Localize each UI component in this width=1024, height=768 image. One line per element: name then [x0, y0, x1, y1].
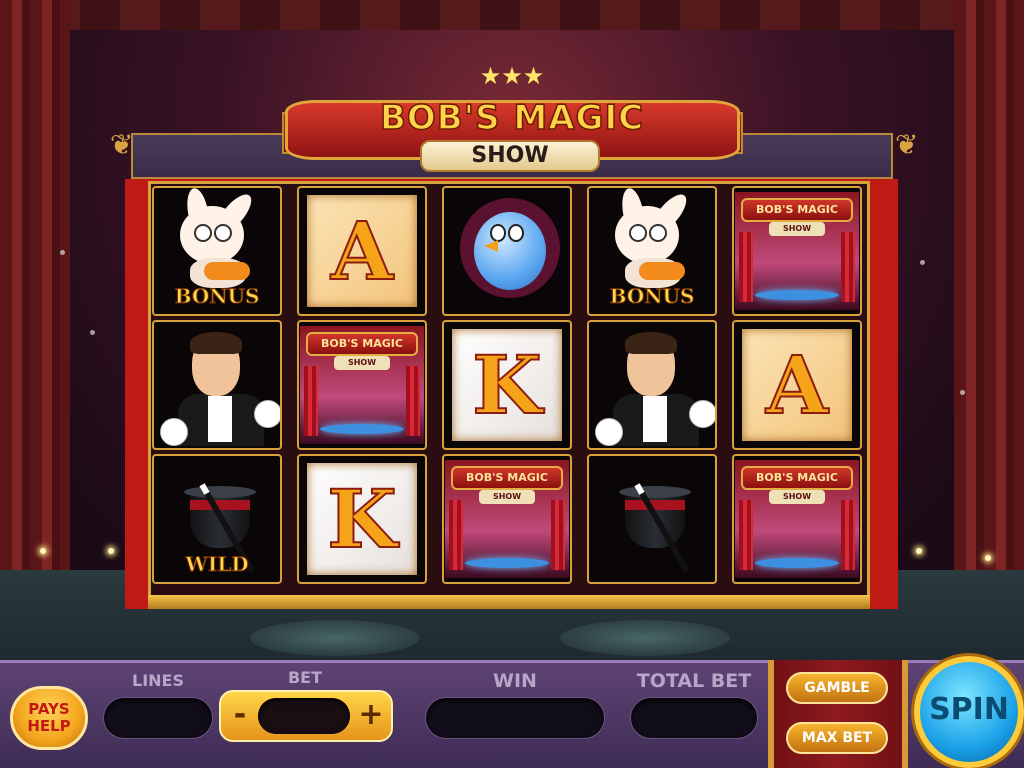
top-hat-icon: [589, 456, 715, 582]
game-subtitle: SHOW: [420, 140, 600, 172]
background-star: [920, 260, 925, 265]
max-bet-button[interactable]: MAX BET: [786, 722, 888, 754]
blue-bird-icon: [444, 188, 570, 314]
sparkle-light: [985, 555, 991, 561]
gamble-button[interactable]: GAMBLE: [786, 672, 888, 704]
theater-stage-icon: BOB'S MAGIC SHOW: [445, 460, 569, 578]
reel-cell-wild-hat: WILD: [152, 454, 282, 584]
ace-card-icon: A: [307, 195, 417, 307]
reel-cell-bonus-rabbit: BONUS: [152, 186, 282, 316]
total-bet-field: [630, 697, 758, 739]
sparkle-light: [916, 548, 922, 554]
reel-cell-bonus-rabbit: BONUS: [587, 186, 717, 316]
left-curtain: [0, 0, 70, 600]
scroll-ornament-icon: ❦: [895, 128, 919, 161]
theater-stage-icon: BOB'S MAGIC SHOW: [300, 326, 424, 444]
king-card-icon: K: [307, 463, 417, 575]
title-stars-icon: ★★★: [479, 62, 545, 90]
reel-cell-theater: BOB'S MAGIC SHOW: [297, 320, 427, 450]
pays-help-button[interactable]: PAYS HELP: [10, 686, 88, 750]
reel-bottom-rail: [148, 595, 870, 609]
reel-cell-king: K: [297, 454, 427, 584]
reel-cell-bird: [442, 186, 572, 316]
sparkle-light: [40, 548, 46, 554]
bet-increase-button[interactable]: +: [357, 696, 385, 736]
spin-button[interactable]: SPIN: [914, 656, 1024, 768]
background-star: [960, 390, 965, 395]
stage-valance: [0, 0, 1024, 30]
reel-cell-magician: [587, 320, 717, 450]
sparkle-light: [108, 548, 114, 554]
game-title: BOB'S MAGIC: [379, 97, 645, 139]
ace-card-icon: A: [742, 329, 852, 441]
floor-spotlight: [560, 620, 730, 656]
reel-cell-ace: A: [732, 320, 862, 450]
total-bet-label: TOTAL BET: [636, 670, 752, 692]
bonus-label: BONUS: [174, 284, 260, 309]
floor-spotlight: [250, 620, 420, 656]
lines-label: LINES: [132, 671, 184, 690]
scroll-ornament-icon: ❦: [110, 128, 134, 161]
lines-field: [103, 697, 213, 739]
reel-cell-magician: [152, 320, 282, 450]
reel-cell-theater: BOB'S MAGIC SHOW: [442, 454, 572, 584]
background-star: [60, 250, 65, 255]
king-card-icon: K: [452, 329, 562, 441]
bet-value-field: [258, 698, 350, 734]
magician-icon: [589, 322, 715, 448]
win-label: WIN: [493, 670, 537, 692]
bet-label: BET: [287, 668, 323, 687]
bonus-label: BONUS: [609, 284, 695, 309]
reel-cell-hat: [587, 454, 717, 584]
reel-cell-king: K: [442, 320, 572, 450]
reel-cell-theater: BOB'S MAGIC SHOW: [732, 454, 862, 584]
reel-cell-theater: BOB'S MAGIC SHOW: [732, 186, 862, 316]
theater-stage-icon: BOB'S MAGIC SHOW: [735, 460, 859, 578]
win-field: [425, 697, 605, 739]
reel-cell-ace: A: [297, 186, 427, 316]
bet-decrease-button[interactable]: -: [226, 696, 254, 736]
wild-label: WILD: [185, 552, 249, 577]
right-curtain: [954, 0, 1024, 600]
background-star: [90, 330, 95, 335]
magician-icon: [154, 322, 280, 448]
theater-stage-icon: BOB'S MAGIC SHOW: [735, 192, 859, 310]
